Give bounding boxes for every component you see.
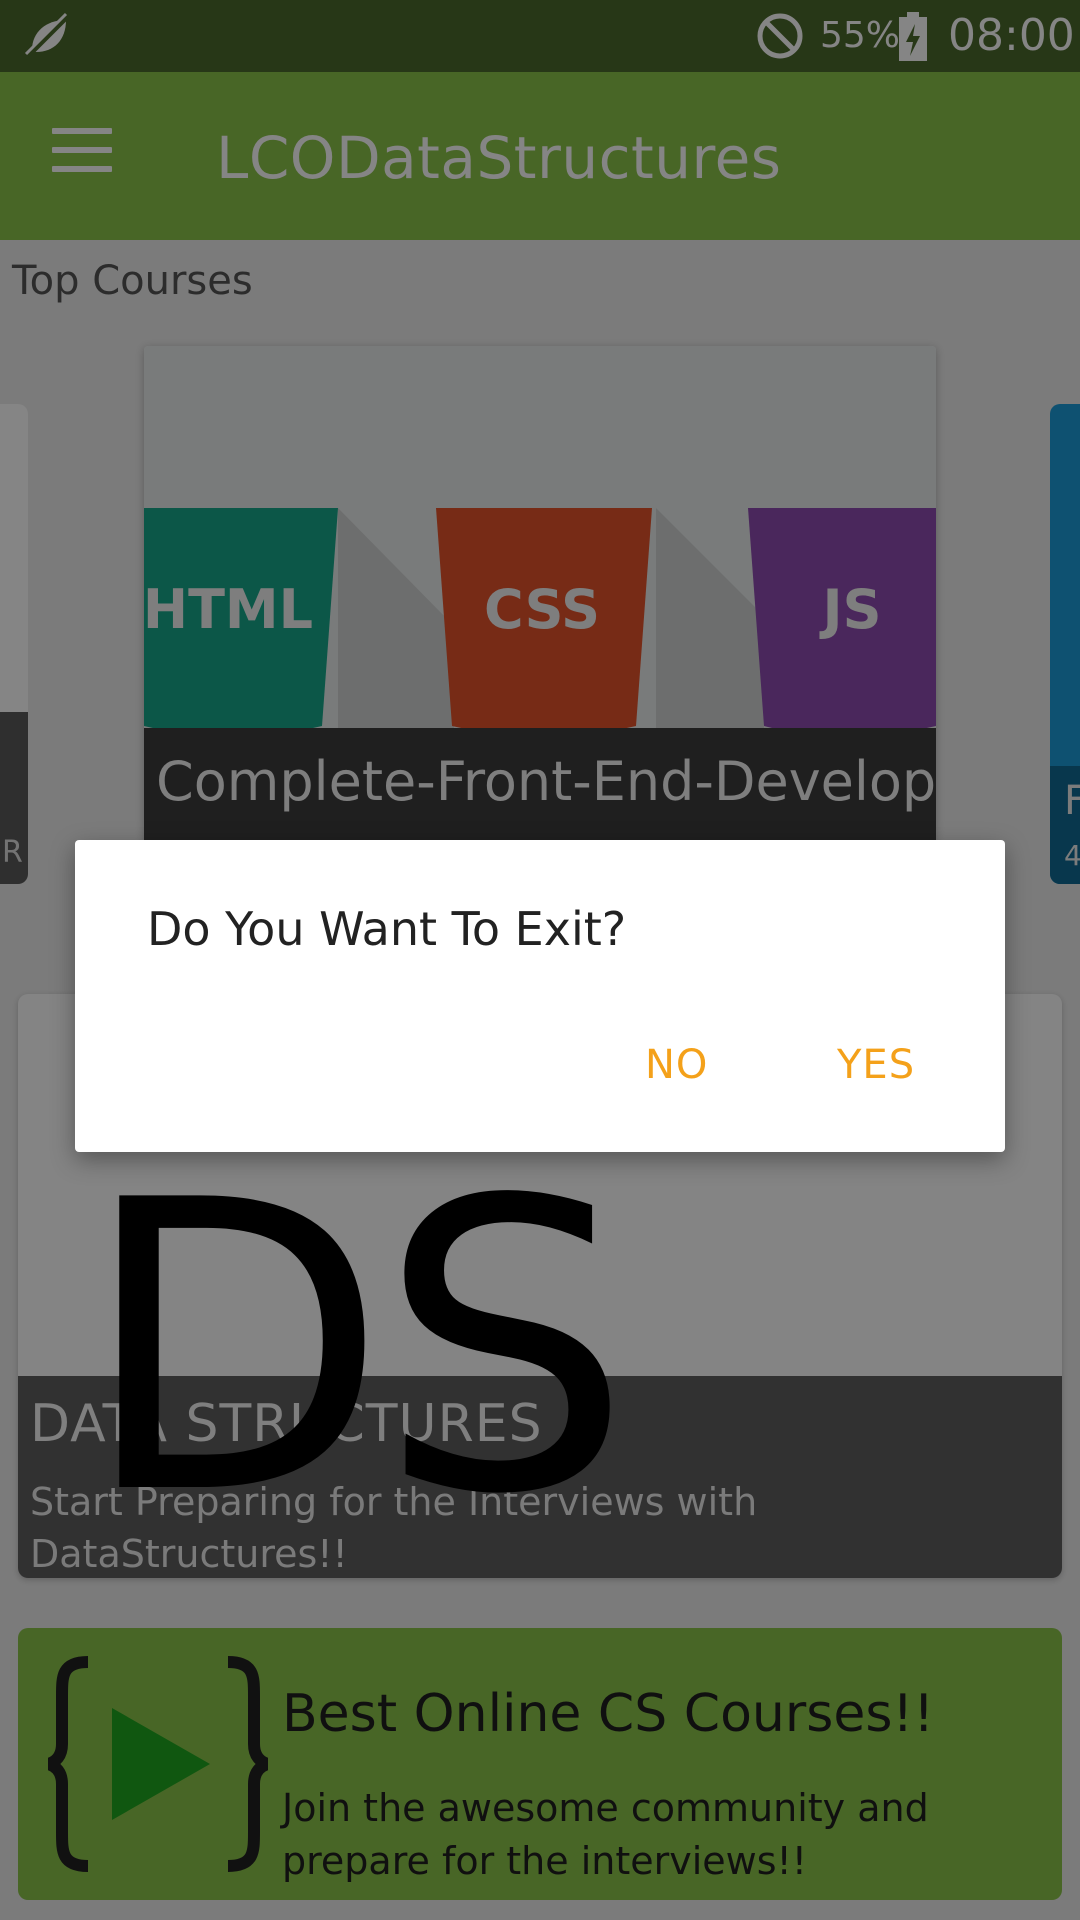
yes-button[interactable]: YES: [837, 1042, 915, 1088]
exit-dialog: Do You Want To Exit? NO YES: [75, 840, 1005, 1152]
no-button[interactable]: NO: [645, 1042, 708, 1088]
dialog-message: Do You Want To Exit?: [147, 902, 627, 956]
